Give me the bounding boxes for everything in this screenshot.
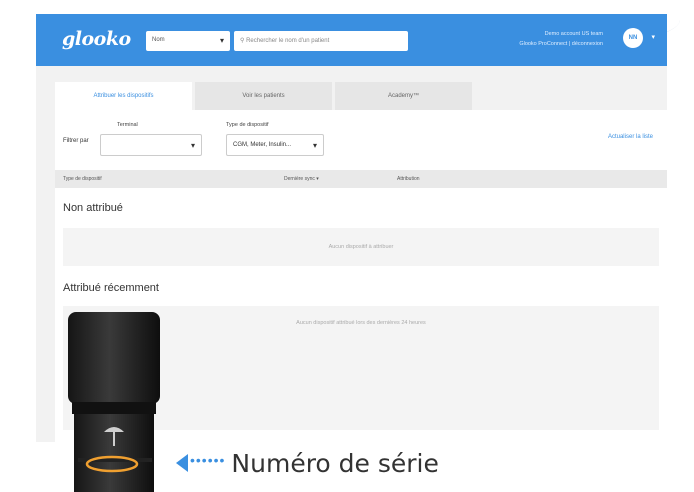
pen-device-illustration [68,312,160,492]
arrow-left-icon [176,454,188,472]
serial-number-label: Numéro de série [231,448,439,478]
account-info[interactable]: Demo account US team Glooko ProConnect |… [519,29,603,49]
unassigned-title: Non attribué [63,202,123,214]
column-header-device-type[interactable]: Type de dispositif [63,176,102,182]
chevron-down-icon: ▾ [219,36,224,45]
tab-academy[interactable]: Academy™ [335,82,472,110]
callout-dots: •••••• [190,452,226,468]
device-photo [68,312,160,492]
account-links: Glooko ProConnect | déconnexion [519,41,603,47]
device-type-select[interactable]: CGM, Meter, Insulin... ▾ [226,134,324,156]
refresh-list-link[interactable]: Actualiser la liste [608,134,653,140]
search-icon: ⚲ [240,38,245,44]
tab-assign-devices[interactable]: Attribuer les dispositifs [55,82,192,110]
device-type-label: Type de dispositif [226,122,269,128]
search-field-select-value: Nom [152,37,165,43]
tab-view-patients[interactable]: Voir les patients [195,82,332,110]
page: glooko Nom ▾ ⚲ Rechercher le nom d'un pa… [0,0,694,492]
terminal-select[interactable]: ▾ [100,134,202,156]
glooko-logo[interactable]: glooko [62,28,131,50]
serial-number-callout: •••••• Numéro de série [176,448,439,478]
filter-row: Filtrer par Terminal ▾ Type de dispositi… [55,110,667,168]
filter-by-label: Filtrer par [63,138,89,144]
recent-title: Attribué récemment [63,282,159,294]
table-header: Type de dispositif Dernière sync ▾ Attri… [55,170,667,188]
chevron-down-icon: ▾ [312,141,317,150]
column-header-last-sync[interactable]: Dernière sync ▾ [284,176,319,182]
tab-bar: Attribuer les dispositifs Voir les patie… [55,82,475,110]
chevron-down-icon[interactable]: ▾ [651,33,655,41]
search-field-select[interactable]: Nom ▾ [146,31,230,51]
terminal-label: Terminal [117,122,138,128]
avatar[interactable]: NN [623,28,643,48]
column-header-attribution[interactable]: Attribution [397,176,420,182]
top-bar: glooko Nom ▾ ⚲ Rechercher le nom d'un pa… [36,14,667,66]
search-placeholder: Rechercher le nom d'un patient [246,38,330,44]
device-type-select-value: CGM, Meter, Insulin... [233,142,292,148]
unassigned-empty-state: Aucun dispositif à attribuer [63,228,659,266]
chevron-down-icon: ▾ [190,141,195,150]
account-name: Demo account US team [544,31,603,37]
patient-search-input[interactable]: ⚲ Rechercher le nom d'un patient [234,31,408,51]
